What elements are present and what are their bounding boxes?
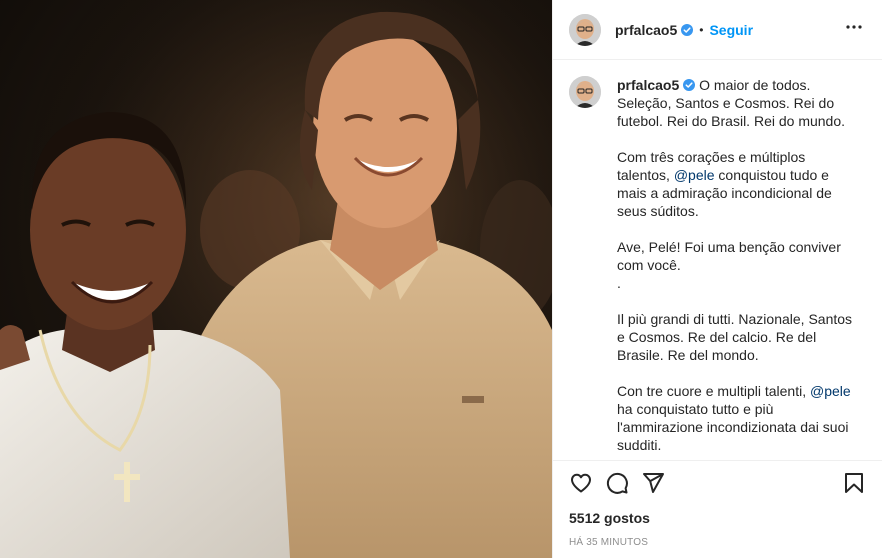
post-side-panel: prfalcao5 • Seguir prfalcao5 O maior de … (552, 0, 882, 558)
follow-button[interactable]: Seguir (709, 22, 753, 38)
caption-paragraph-4: Il più grandi di tutti. Nazionale, Santo… (617, 310, 855, 364)
instagram-post-view: prfalcao5 • Seguir prfalcao5 O maior de … (0, 0, 882, 558)
post-header: prfalcao5 • Seguir (553, 0, 882, 60)
caption-p5-after: ha conquistato tutto e più l'ammirazione… (617, 401, 849, 453)
post-photo-illustration (0, 0, 552, 558)
likes-count[interactable]: 5512 gostos (569, 510, 650, 526)
mention-link-2[interactable]: @pele (810, 383, 851, 399)
caption-p3-dot: . (617, 275, 621, 291)
avatar[interactable] (569, 13, 601, 46)
caption-paragraph-3: Ave, Pelé! Foi uma benção conviver com v… (617, 238, 855, 292)
bookmark-icon[interactable] (836, 465, 872, 501)
paper-plane-icon[interactable] (635, 465, 671, 501)
avatar-image (569, 13, 601, 46)
mention-link[interactable]: @pele (674, 167, 715, 183)
caption-paragraph-5: Con tre cuore e multipli talenti, @pele … (617, 382, 855, 454)
caption-p5-before: Con tre cuore e multipli talenti, (617, 383, 810, 399)
caption-paragraph-2: Com três corações e múltiplos talentos, … (617, 148, 855, 220)
caption-p4-text: Il più grandi di tutti. Nazionale, Santo… (617, 311, 853, 363)
header-username[interactable]: prfalcao5 (615, 22, 677, 38)
more-horizontal-icon[interactable] (842, 15, 866, 44)
post-actions-bar (553, 460, 882, 504)
caption-p3-text: Ave, Pelé! Foi uma benção conviver com v… (617, 239, 841, 273)
caption-avatar-image (569, 76, 601, 108)
heart-icon[interactable] (563, 465, 599, 501)
post-photo[interactable] (0, 0, 552, 558)
post-timestamp[interactable]: HÁ 35 MINUTOS (569, 537, 648, 548)
verified-badge-icon (681, 23, 694, 36)
caption-area: prfalcao5 O maior de todos. Seleção, San… (553, 60, 882, 460)
caption-username[interactable]: prfalcao5 (617, 77, 679, 93)
comment-icon[interactable] (599, 465, 635, 501)
caption-paragraph-1: prfalcao5 O maior de todos. Seleção, San… (617, 76, 855, 130)
verified-badge-icon (683, 79, 696, 91)
caption-text: prfalcao5 O maior de todos. Seleção, San… (617, 76, 855, 460)
header-separator: • (699, 22, 704, 37)
caption-avatar[interactable] (569, 76, 601, 108)
